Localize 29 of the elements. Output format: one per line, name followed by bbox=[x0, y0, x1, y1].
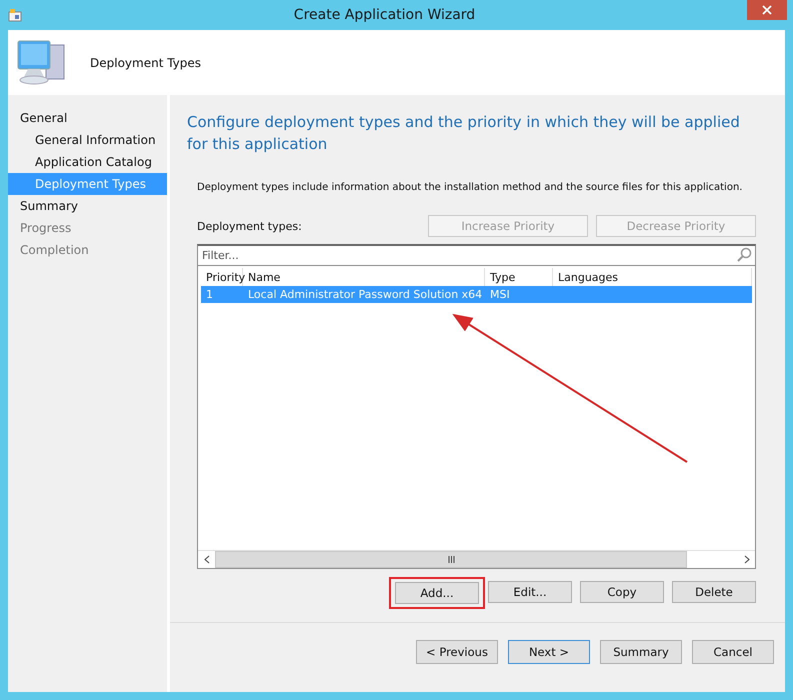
nav-item[interactable]: General bbox=[8, 107, 167, 129]
nav-item[interactable]: Summary bbox=[8, 195, 167, 217]
wizard-button[interactable]: Cancel bbox=[692, 640, 774, 664]
filter-field[interactable]: Filter... bbox=[197, 244, 756, 266]
table-cell-text: Local Administrator Password Solution x64 bbox=[247, 287, 484, 303]
table-cell-text: 1 bbox=[205, 287, 214, 303]
table-cell-text: MSI bbox=[489, 287, 511, 303]
window-title: Create Application Wizard bbox=[292, 7, 476, 23]
grip-icon bbox=[448, 556, 454, 563]
wizard-button[interactable]: Summary bbox=[600, 640, 682, 664]
action-button[interactable]: Add... bbox=[395, 582, 479, 604]
page-title: Deployment Types bbox=[90, 56, 202, 70]
chevron-right-icon[interactable] bbox=[744, 555, 750, 564]
wizard-button[interactable]: < Previous bbox=[416, 640, 498, 664]
search-icon bbox=[736, 247, 752, 263]
list-label: Deployment types: bbox=[197, 220, 303, 232]
app-icon bbox=[8, 8, 22, 22]
section-heading: Configure deployment types and the priority in which they will be applied for this application bbox=[187, 112, 741, 155]
close-icon bbox=[762, 5, 772, 15]
nav-item[interactable]: General Information bbox=[8, 129, 167, 151]
wizard-button[interactable]: Next > bbox=[508, 640, 590, 664]
horizontal-scrollbar[interactable] bbox=[198, 550, 755, 568]
action-button[interactable]: Copy bbox=[580, 581, 664, 603]
action-button[interactable]: Delete bbox=[672, 581, 756, 603]
close-button[interactable] bbox=[747, 0, 787, 20]
description-text: Deployment types include information about the installation method and the source files for this application. bbox=[197, 182, 744, 193]
nav-item[interactable]: Application Catalog bbox=[8, 151, 167, 173]
chevron-left-icon[interactable] bbox=[204, 555, 210, 564]
action-button[interactable]: Edit... bbox=[488, 581, 572, 603]
